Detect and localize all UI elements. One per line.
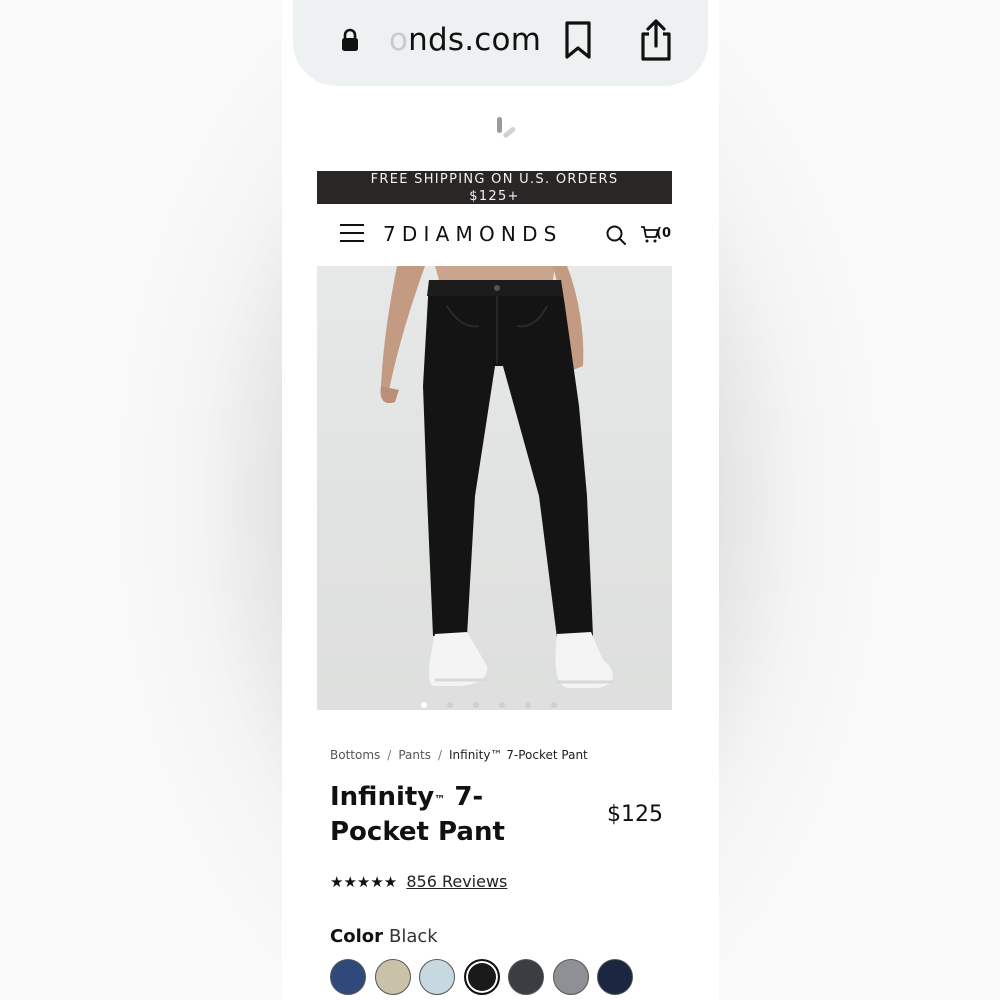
loading-spinner-icon — [497, 117, 516, 138]
breadcrumb-separator: / — [437, 748, 442, 762]
star-rating-icon: ★★★★★ — [330, 872, 398, 891]
color-swatch-dark-navy[interactable] — [597, 959, 633, 995]
phone-screen: onds.com FREE SHIPPING ON U.S. ORDERS $1… — [282, 0, 719, 1000]
promo-line-1: FREE SHIPPING ON U.S. ORDERS — [370, 172, 619, 187]
cart-count: (0 — [656, 226, 671, 241]
url-domain-faded: o — [389, 22, 409, 58]
carousel-dot[interactable] — [499, 702, 505, 708]
cart-button[interactable]: (0 — [640, 224, 674, 246]
browser-url-bar[interactable]: onds.com — [293, 0, 708, 86]
color-value: Black — [389, 926, 438, 947]
promo-line-2: $125+ — [469, 189, 520, 204]
carousel-dots — [421, 693, 577, 708]
carousel-dot[interactable] — [421, 702, 427, 708]
color-swatch-grey[interactable] — [552, 959, 589, 995]
url-domain-text: nds.com — [408, 22, 542, 58]
color-selector-label: Color Black — [330, 926, 438, 947]
bookmark-icon[interactable] — [563, 20, 593, 60]
breadcrumb-pants[interactable]: Pants — [398, 748, 431, 762]
color-swatch-charcoal[interactable] — [508, 959, 544, 995]
url-domain[interactable]: onds.com — [389, 22, 541, 58]
breadcrumb-separator: / — [387, 748, 392, 762]
menu-icon[interactable] — [340, 224, 364, 244]
color-label: Color — [330, 926, 383, 947]
product-price: $125 — [607, 802, 663, 827]
brand-logo[interactable]: 7DIAMONDS — [383, 222, 563, 246]
color-swatch-navy[interactable] — [330, 959, 366, 995]
share-icon[interactable] — [638, 18, 674, 62]
breadcrumb-bottoms[interactable]: Bottoms — [330, 748, 380, 762]
search-icon[interactable] — [605, 224, 627, 246]
product-title: Infinity™ 7-Pocket Pant — [330, 780, 570, 850]
product-photo-pants — [380, 266, 613, 688]
color-swatch-black[interactable] — [463, 959, 500, 995]
reviews-link[interactable]: 856 Reviews — [406, 872, 507, 891]
site-header: 7DIAMONDS (0 — [317, 218, 672, 252]
carousel-dot[interactable] — [447, 702, 453, 708]
breadcrumb-current: Infinity™ 7-Pocket Pant — [449, 748, 588, 762]
carousel-dot[interactable] — [551, 702, 557, 708]
color-swatch-khaki[interactable] — [374, 959, 411, 995]
trademark-symbol: ™ — [434, 793, 446, 806]
product-image[interactable] — [317, 266, 672, 710]
free-shipping-banner: FREE SHIPPING ON U.S. ORDERS $125+ — [317, 171, 672, 204]
carousel-dot[interactable] — [473, 702, 479, 708]
product-rating: ★★★★★ 856 Reviews — [330, 871, 507, 891]
color-swatch-light-blue[interactable] — [419, 959, 455, 995]
product-title-name: Infinity — [330, 782, 435, 812]
breadcrumb: Bottoms / Pants / Infinity™ 7-Pocket Pant — [330, 748, 588, 762]
lock-icon — [342, 28, 358, 51]
carousel-dot[interactable] — [525, 702, 531, 708]
